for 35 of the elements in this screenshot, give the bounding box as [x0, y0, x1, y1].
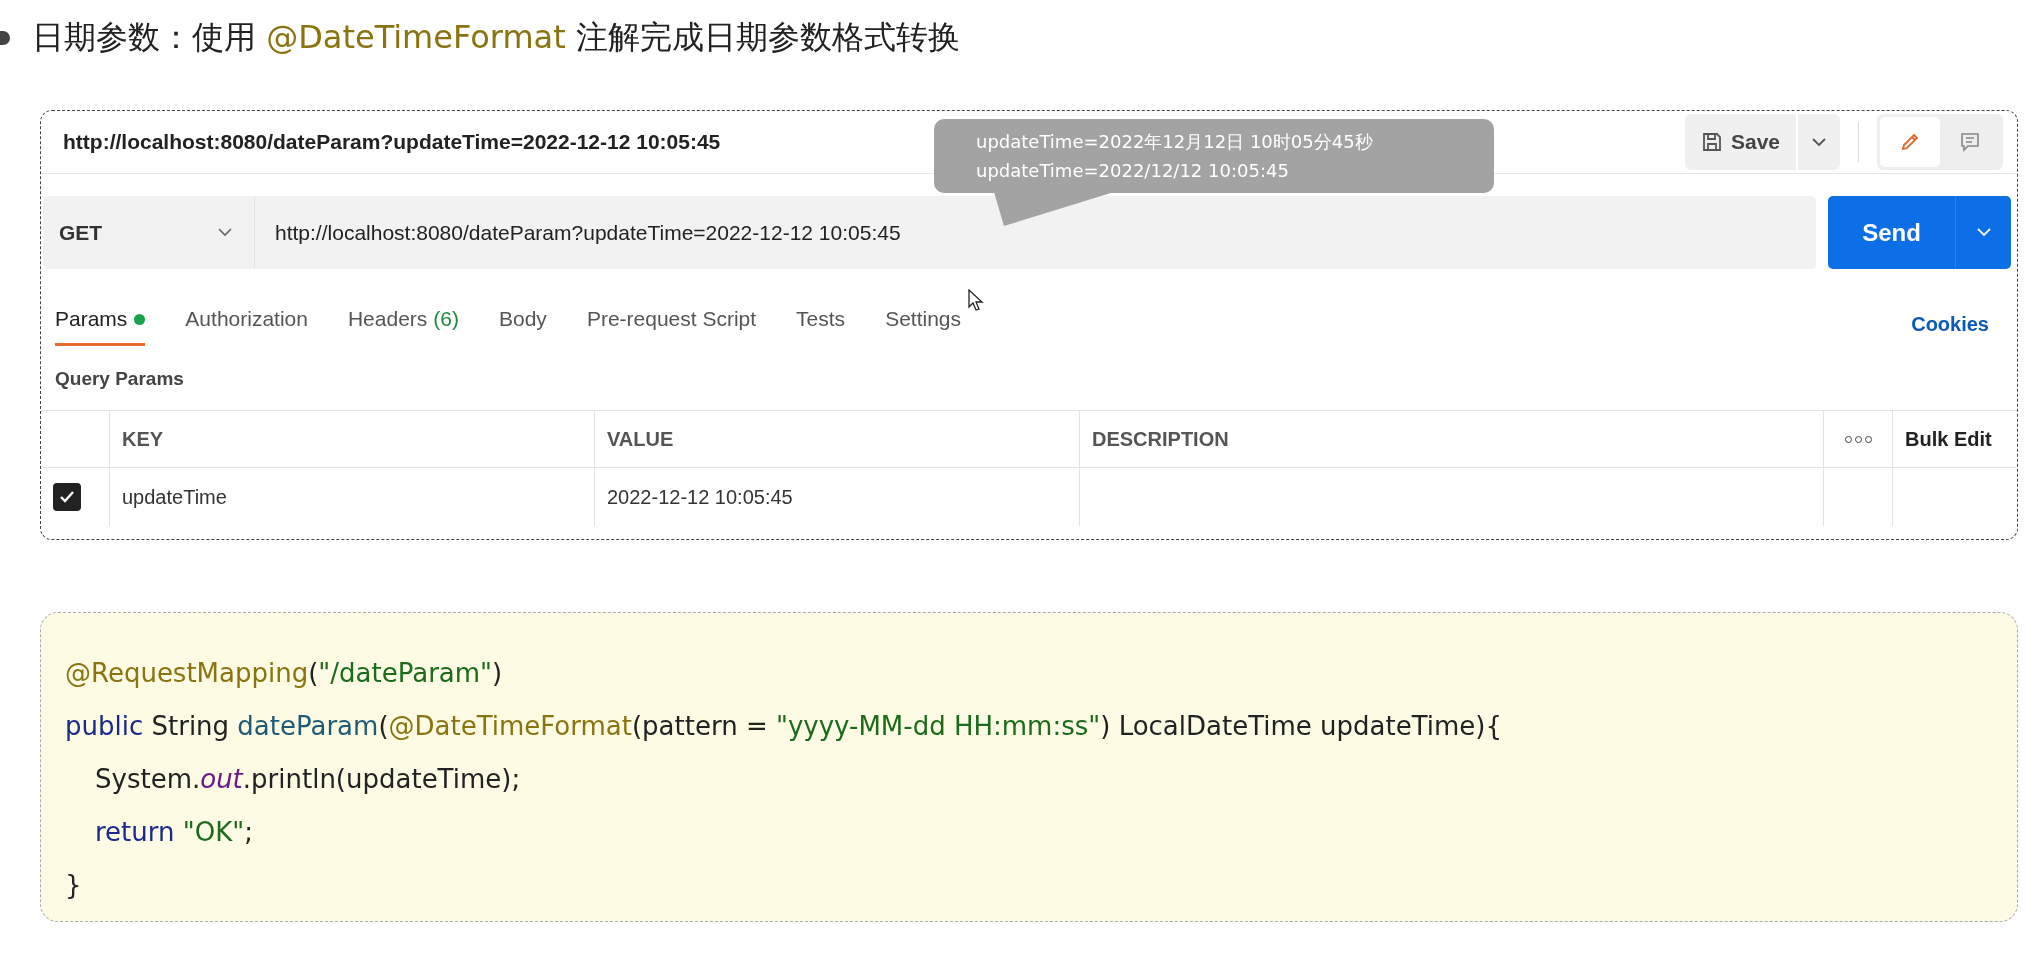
- column-header: KEY: [109, 410, 595, 468]
- caret-icon: [1812, 137, 1826, 147]
- column-header: DESCRIPTION: [1079, 410, 1824, 468]
- request-tab[interactable]: Headers (6): [347, 303, 459, 346]
- request-title: http://localhost:8080/dateParam?updateTime=2022-12-12 10:05:45: [63, 130, 721, 154]
- pencil-icon: [1899, 131, 1921, 153]
- save-icon: [1700, 131, 1723, 153]
- save-button[interactable]: Save: [1684, 114, 1796, 170]
- callout-text: updateTime=2022/12/12 10:05:45: [976, 159, 1290, 183]
- url-field[interactable]: http://localhost:8080/dateParam?updateTime=2022-12-12 10:05:45: [255, 196, 1816, 269]
- checkbox[interactable]: [53, 483, 81, 511]
- request-tab[interactable]: Authorization: [185, 303, 308, 346]
- method-select[interactable]: GET: [43, 196, 255, 269]
- code-line: public String dateParam(@DateTimeFormat(pattern = "yyyy-MM-dd HH:mm:ss") LocalDateTime updateTime){: [65, 710, 1503, 743]
- request-tab[interactable]: Body: [499, 303, 547, 346]
- slide-heading: 日期参数：使用 @DateTimeFormat 注解完成日期参数格式转换: [32, 17, 960, 58]
- code-line: }: [65, 869, 83, 902]
- bulk-edit-link[interactable]: Bulk Edit: [1892, 410, 2017, 468]
- caret-icon: [1976, 228, 1991, 237]
- edit-toggle[interactable]: [1880, 117, 1940, 167]
- cookies-link[interactable]: Cookies: [1911, 313, 1989, 336]
- cursor-icon: [968, 289, 984, 311]
- section-label: Query Params: [54, 367, 185, 391]
- check-icon: [59, 490, 75, 504]
- code-line: @RequestMapping("/dateParam"): [65, 657, 504, 690]
- request-tab[interactable]: Pre-request Script: [586, 303, 757, 346]
- column-header: VALUE: [594, 410, 1080, 468]
- request-tab[interactable]: Settings: [885, 303, 961, 346]
- caret-icon: [218, 228, 232, 237]
- request-tab[interactable]: Params: [55, 303, 146, 346]
- code-line: return "OK";: [94, 816, 254, 849]
- comment-icon: [1959, 131, 1981, 153]
- request-tab[interactable]: Tests: [796, 303, 846, 346]
- code-line: System.out.println(updateTime);: [94, 763, 522, 796]
- callout-text: updateTime=2022年12月12日 10时05分45秒: [976, 130, 1374, 154]
